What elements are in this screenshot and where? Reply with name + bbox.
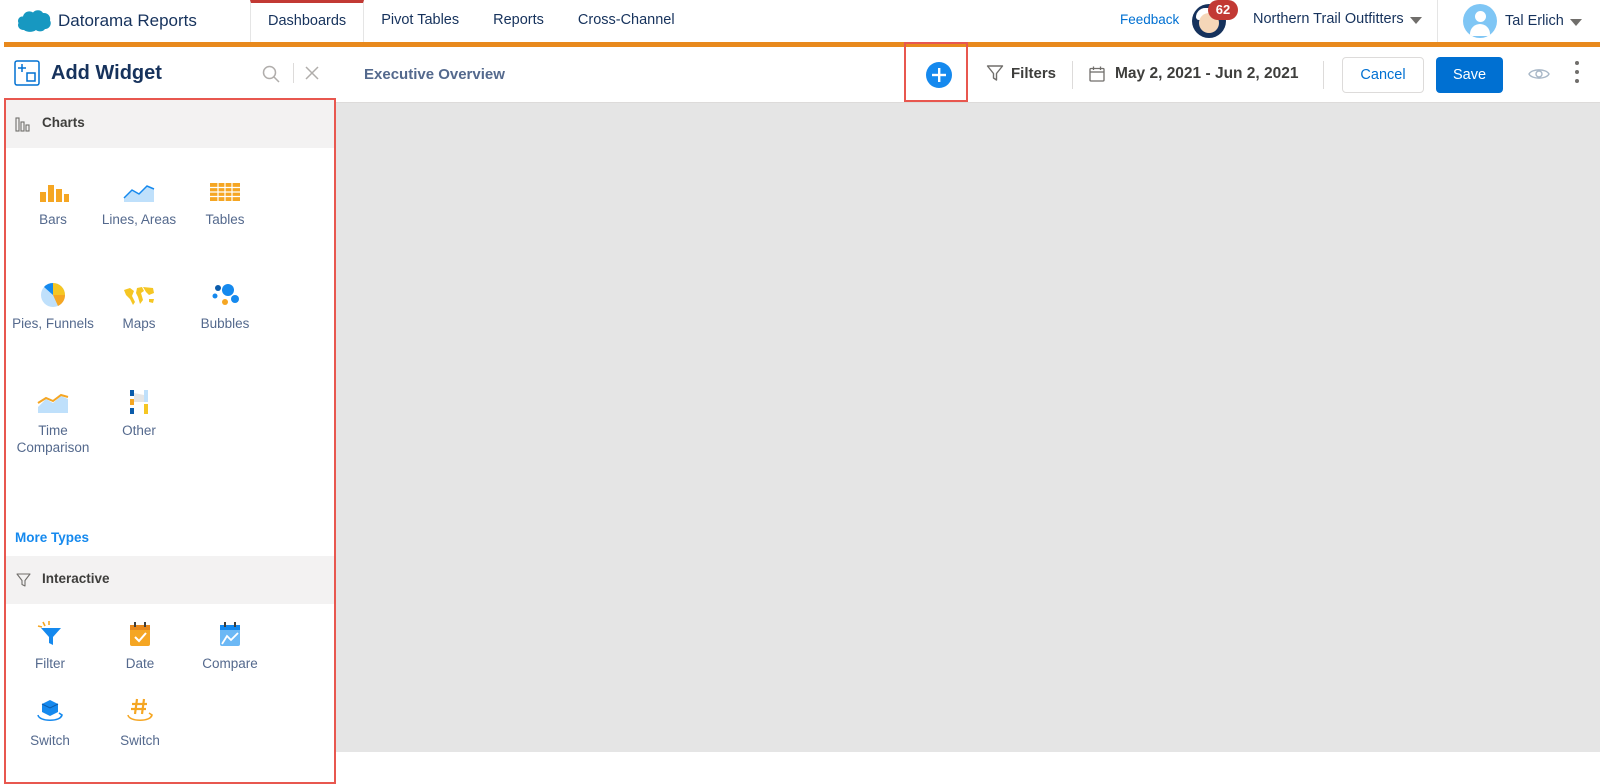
widget-label: Lines, Areas <box>101 212 177 227</box>
add-widget-icon <box>14 60 40 86</box>
feedback-link[interactable]: Feedback <box>1120 12 1179 27</box>
more-actions-icon[interactable] <box>1574 61 1580 87</box>
cancel-button[interactable]: Cancel <box>1342 57 1424 93</box>
page-title: Executive Overview <box>364 66 505 83</box>
dimension-switch-icon <box>37 700 64 721</box>
top-navigation: Datorama Reports Dashboards Pivot Tables… <box>0 0 1600 42</box>
widget-label: Bubbles <box>200 316 250 331</box>
close-icon[interactable] <box>304 65 320 81</box>
panel-header: Add Widget <box>0 47 336 99</box>
org-name: Northern Trail Outfitters <box>1253 11 1404 27</box>
widget-label: Maps <box>122 316 156 331</box>
user-avatar-icon <box>1463 4 1497 38</box>
calendar-icon <box>1089 66 1105 82</box>
dashboard-canvas[interactable] <box>336 103 1600 752</box>
widget-bars[interactable]: Bars <box>7 176 99 228</box>
measurement-switch-icon <box>127 698 154 721</box>
date-range-label: May 2, 2021 - Jun 2, 2021 <box>1115 65 1299 82</box>
date-range-picker[interactable]: May 2, 2021 - Jun 2, 2021 <box>1089 65 1299 83</box>
widget-date[interactable]: Date <box>94 620 186 672</box>
widget-maps[interactable]: Maps <box>93 280 185 332</box>
toolbar-divider <box>1323 61 1324 89</box>
add-widget-panel: Add Widget Charts Bars Lines, Areas Tabl… <box>0 47 336 784</box>
bar-chart-icon <box>40 185 69 202</box>
add-widget-button[interactable] <box>926 62 952 88</box>
widget-label: Date <box>125 656 155 671</box>
widget-label: Switch <box>30 733 70 748</box>
chevron-down-icon <box>1569 18 1582 26</box>
widget-filter[interactable]: Filter <box>6 620 96 672</box>
notification-badge: 62 <box>1208 0 1238 20</box>
filters-label: Filters <box>1011 64 1057 82</box>
more-types-link[interactable]: More Types <box>15 530 89 545</box>
search-icon[interactable] <box>262 65 280 83</box>
widget-label: Tables <box>205 212 245 227</box>
org-switcher[interactable]: Northern Trail Outfitters <box>1253 11 1422 27</box>
tab-cross-channel[interactable]: Cross-Channel <box>561 0 692 42</box>
filter-icon <box>986 65 1004 81</box>
user-name: Tal Erlich <box>1505 13 1564 29</box>
bubbles-icon <box>212 284 239 305</box>
widget-switch-dimension[interactable]: Switch <box>6 697 96 749</box>
date-widget-icon <box>130 622 150 646</box>
filter-outline-icon <box>16 573 31 587</box>
filter-widget-icon <box>37 621 61 645</box>
salesforce-cloud-icon <box>18 10 51 32</box>
save-button[interactable]: Save <box>1436 57 1503 93</box>
widget-label: Pies, Funnels <box>12 316 94 331</box>
add-widget-highlight <box>904 42 968 102</box>
time-comparison-icon <box>37 393 69 413</box>
widget-other[interactable]: Other <box>93 387 185 439</box>
preview-eye-icon[interactable] <box>1528 66 1550 82</box>
widget-label: Bars <box>39 212 67 227</box>
app-name: Datorama Reports <box>58 11 197 30</box>
world-map-icon <box>124 287 154 305</box>
charts-section-label: Charts <box>42 115 85 130</box>
user-menu[interactable]: Tal Erlich <box>1463 4 1582 38</box>
table-icon <box>210 183 240 201</box>
tab-pivot-tables[interactable]: Pivot Tables <box>364 0 476 42</box>
toolbar-divider <box>1072 61 1073 89</box>
widget-tables[interactable]: Tables <box>179 176 271 228</box>
nav-divider <box>1437 0 1438 42</box>
charts-section-header[interactable]: Charts <box>6 100 334 148</box>
bar-chart-outline-icon <box>15 117 30 132</box>
widget-lines-areas[interactable]: Lines, Areas <box>93 176 185 228</box>
widget-label: Filter <box>35 656 65 671</box>
widget-switch-measurement[interactable]: Switch <box>94 697 186 749</box>
filters-button[interactable]: Filters <box>986 64 1056 82</box>
widget-time-comparison[interactable]: Time Comparison <box>7 387 99 456</box>
widget-pies-funnels[interactable]: Pies, Funnels <box>7 280 99 332</box>
chevron-down-icon <box>1409 16 1422 24</box>
widget-label: Compare <box>202 656 258 671</box>
widget-label: Other <box>122 423 156 438</box>
compare-widget-icon <box>220 622 240 646</box>
einstein-notifications[interactable]: 62 <box>1192 0 1238 38</box>
header-divider <box>293 63 294 83</box>
widget-compare[interactable]: Compare <box>184 620 276 672</box>
pie-chart-icon <box>41 282 66 307</box>
area-chart-icon <box>123 185 155 202</box>
other-chart-icon <box>130 390 148 414</box>
interactive-section-label: Interactive <box>42 571 110 586</box>
interactive-section-header[interactable]: Interactive <box>6 556 334 604</box>
dashboard-toolbar: Executive Overview Filters May 2, 2021 -… <box>336 42 1600 103</box>
panel-title: Add Widget <box>51 62 162 84</box>
plus-icon <box>932 68 946 82</box>
main-tabs: Dashboards Pivot Tables Reports Cross-Ch… <box>250 0 692 42</box>
widget-list-highlight: Charts Bars Lines, Areas Tables Pies, Fu… <box>4 98 336 784</box>
widget-label: Time Comparison <box>16 423 90 455</box>
widget-bubbles[interactable]: Bubbles <box>179 280 271 332</box>
widget-label: Switch <box>120 733 160 748</box>
tab-dashboards[interactable]: Dashboards <box>250 0 365 42</box>
tab-reports[interactable]: Reports <box>476 0 561 42</box>
brand[interactable]: Datorama Reports <box>16 8 197 34</box>
